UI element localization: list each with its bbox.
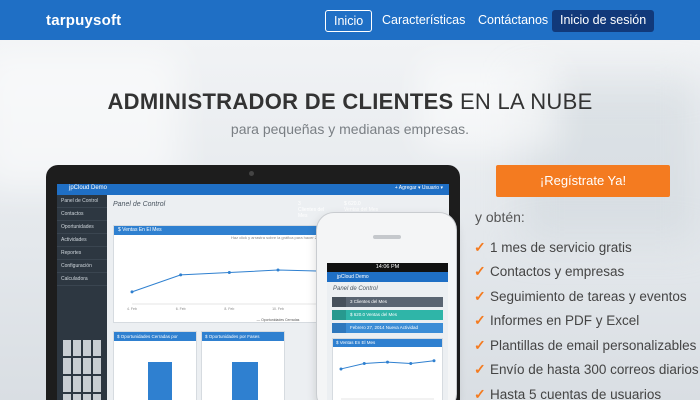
check-icon: ✓ [474, 385, 486, 400]
bar-mark [232, 362, 258, 400]
app-sidebar-item: Actividades [57, 234, 107, 247]
phone-screen: 14:06 PM jpCloud Demo Panel de Control 3… [327, 263, 448, 400]
benefit-text: Hasta 5 cuentas de usuarios [490, 386, 662, 400]
hero-subtitle: para pequeñas y medianas empresas. [230, 121, 470, 137]
phone-sales-chart-header: $ Ventas En El Mes [333, 339, 442, 347]
benefit-text: Informes en PDF y Excel [490, 313, 640, 329]
nav-caracteristicas-link[interactable]: Características [374, 10, 473, 32]
x-tick-label: 6. Feb [176, 307, 186, 311]
check-icon: ✓ [474, 361, 486, 378]
benefit-item: ✓ Seguimiento de tareas y eventos [474, 284, 699, 309]
phone-sales-line-chart [339, 359, 436, 400]
app-sidebar-item: Calculadora [57, 273, 107, 286]
benefit-item: ✓ 1 mes de servicio gratis [474, 235, 699, 260]
laptop-camera [249, 171, 254, 176]
phone-stat-label: Febrero 27, 2014 Nueva Actividad [350, 325, 419, 330]
calendar-icon [332, 323, 346, 333]
nav-inicio-link[interactable]: Inicio [325, 10, 373, 32]
data-point [362, 361, 366, 365]
headline-light: EN LA NUBE [459, 89, 593, 114]
phone-stat-row: $ 620.0 Ventas del Mes [332, 310, 443, 320]
phone-mockup: 14:06 PM jpCloud Demo Panel de Control 3… [316, 212, 457, 400]
x-tick-label: 4. Feb [127, 307, 137, 311]
opportunities-by-phase-header: $ Oportunidades por Fases [202, 332, 284, 341]
calculator-keypad [63, 340, 101, 400]
login-button[interactable]: Inicio de sesión [552, 10, 655, 32]
benefit-text: Envío de hasta 300 correos diarios [490, 362, 699, 378]
data-point [179, 273, 183, 277]
app-navbar: jpCloud Demo + Agregar ▾ Usuario ▾ [57, 184, 449, 195]
data-point [386, 360, 389, 364]
benefits-intro: y obtén: [475, 209, 525, 225]
phone-sales-chart-panel: $ Ventas En El Mes [332, 338, 443, 400]
app-sidebar-item: Panel de Control [57, 195, 107, 208]
check-icon: ✓ [474, 238, 486, 255]
data-point [432, 359, 436, 363]
check-icon: ✓ [474, 312, 486, 329]
data-point [409, 361, 413, 365]
check-icon: ✓ [474, 336, 486, 353]
app-page-title: Panel de Control [113, 201, 166, 208]
phone-speaker [373, 235, 401, 239]
app-sidebar-item: Oportunidades [57, 221, 107, 234]
phone-app-brand: jpCloud Demo [327, 272, 448, 282]
data-point [276, 268, 280, 272]
data-point [339, 367, 343, 371]
benefit-item: ✓ Hasta 5 cuentas de usuarios [474, 382, 699, 400]
phone-status-time: 14:06 PM [327, 263, 448, 272]
app-sidebar-item: Reportes [57, 247, 107, 260]
app-sidebar: Panel de Control Contactos Oportunidades… [57, 195, 107, 400]
check-icon: ✓ [474, 263, 486, 280]
benefit-item: ✓ Informes en PDF y Excel [474, 309, 699, 334]
benefits-list: ✓ 1 mes de servicio gratis ✓ Contactos y e… [474, 235, 699, 400]
phone-stat-label: $ 620.0 Ventas del Mes [350, 312, 398, 317]
data-point [227, 270, 231, 274]
closed-opportunities-panel: $ Oportunidades Cerradas por Negocios [113, 331, 197, 400]
benefit-text: Plantillas de email personalizables [490, 337, 697, 353]
hero-headline: ADMINISTRADOR DE CLIENTES EN LA NUBE [0, 89, 700, 115]
app-menu-right: + Agregar ▾ Usuario ▾ [394, 185, 443, 191]
benefit-item: ✓ Envío de hasta 300 correos diarios [474, 358, 699, 383]
nav-contactanos-link[interactable]: Contáctanos [470, 10, 556, 32]
x-tick-label: 8. Feb [224, 307, 234, 311]
headline-bold: ADMINISTRADOR DE CLIENTES [107, 89, 454, 114]
app-brand: jpCloud Demo [69, 185, 108, 191]
benefit-text: Contactos y empresas [490, 264, 625, 280]
user-icon [332, 297, 346, 307]
phone-stat-label: 3 Clientes del Mes [350, 299, 388, 304]
app-sidebar-item: Contactos [57, 208, 107, 221]
benefit-item: ✓ Plantillas de email personalizables [474, 333, 699, 358]
phone-stat-row: Febrero 27, 2014 Nueva Actividad [332, 323, 443, 333]
money-icon [332, 310, 346, 320]
register-button[interactable]: ¡Regístrate Ya! [496, 165, 670, 197]
chart-legend: — Oportunidades Cerradas [257, 318, 300, 322]
top-navbar: tarpuysoft Inicio Características Contác… [0, 0, 700, 40]
benefit-text: 1 mes de servicio gratis [490, 239, 632, 255]
logo[interactable]: tarpuysoft [46, 12, 121, 29]
x-tick-label: 10. Feb [272, 307, 284, 311]
opportunities-by-phase-panel: $ Oportunidades por Fases [201, 331, 285, 400]
benefit-text: Seguimiento de tareas y eventos [490, 288, 687, 304]
phone-stat-row: 3 Clientes del Mes [332, 297, 443, 307]
data-point [130, 290, 134, 294]
closed-opportunities-header: $ Oportunidades Cerradas por Negocios [114, 332, 196, 348]
benefit-item: ✓ Contactos y empresas [474, 260, 699, 285]
bar-mark [148, 362, 172, 400]
check-icon: ✓ [474, 287, 486, 304]
phone-page-title: Panel de Control [333, 286, 378, 292]
app-sidebar-item: Configuración [57, 260, 107, 273]
